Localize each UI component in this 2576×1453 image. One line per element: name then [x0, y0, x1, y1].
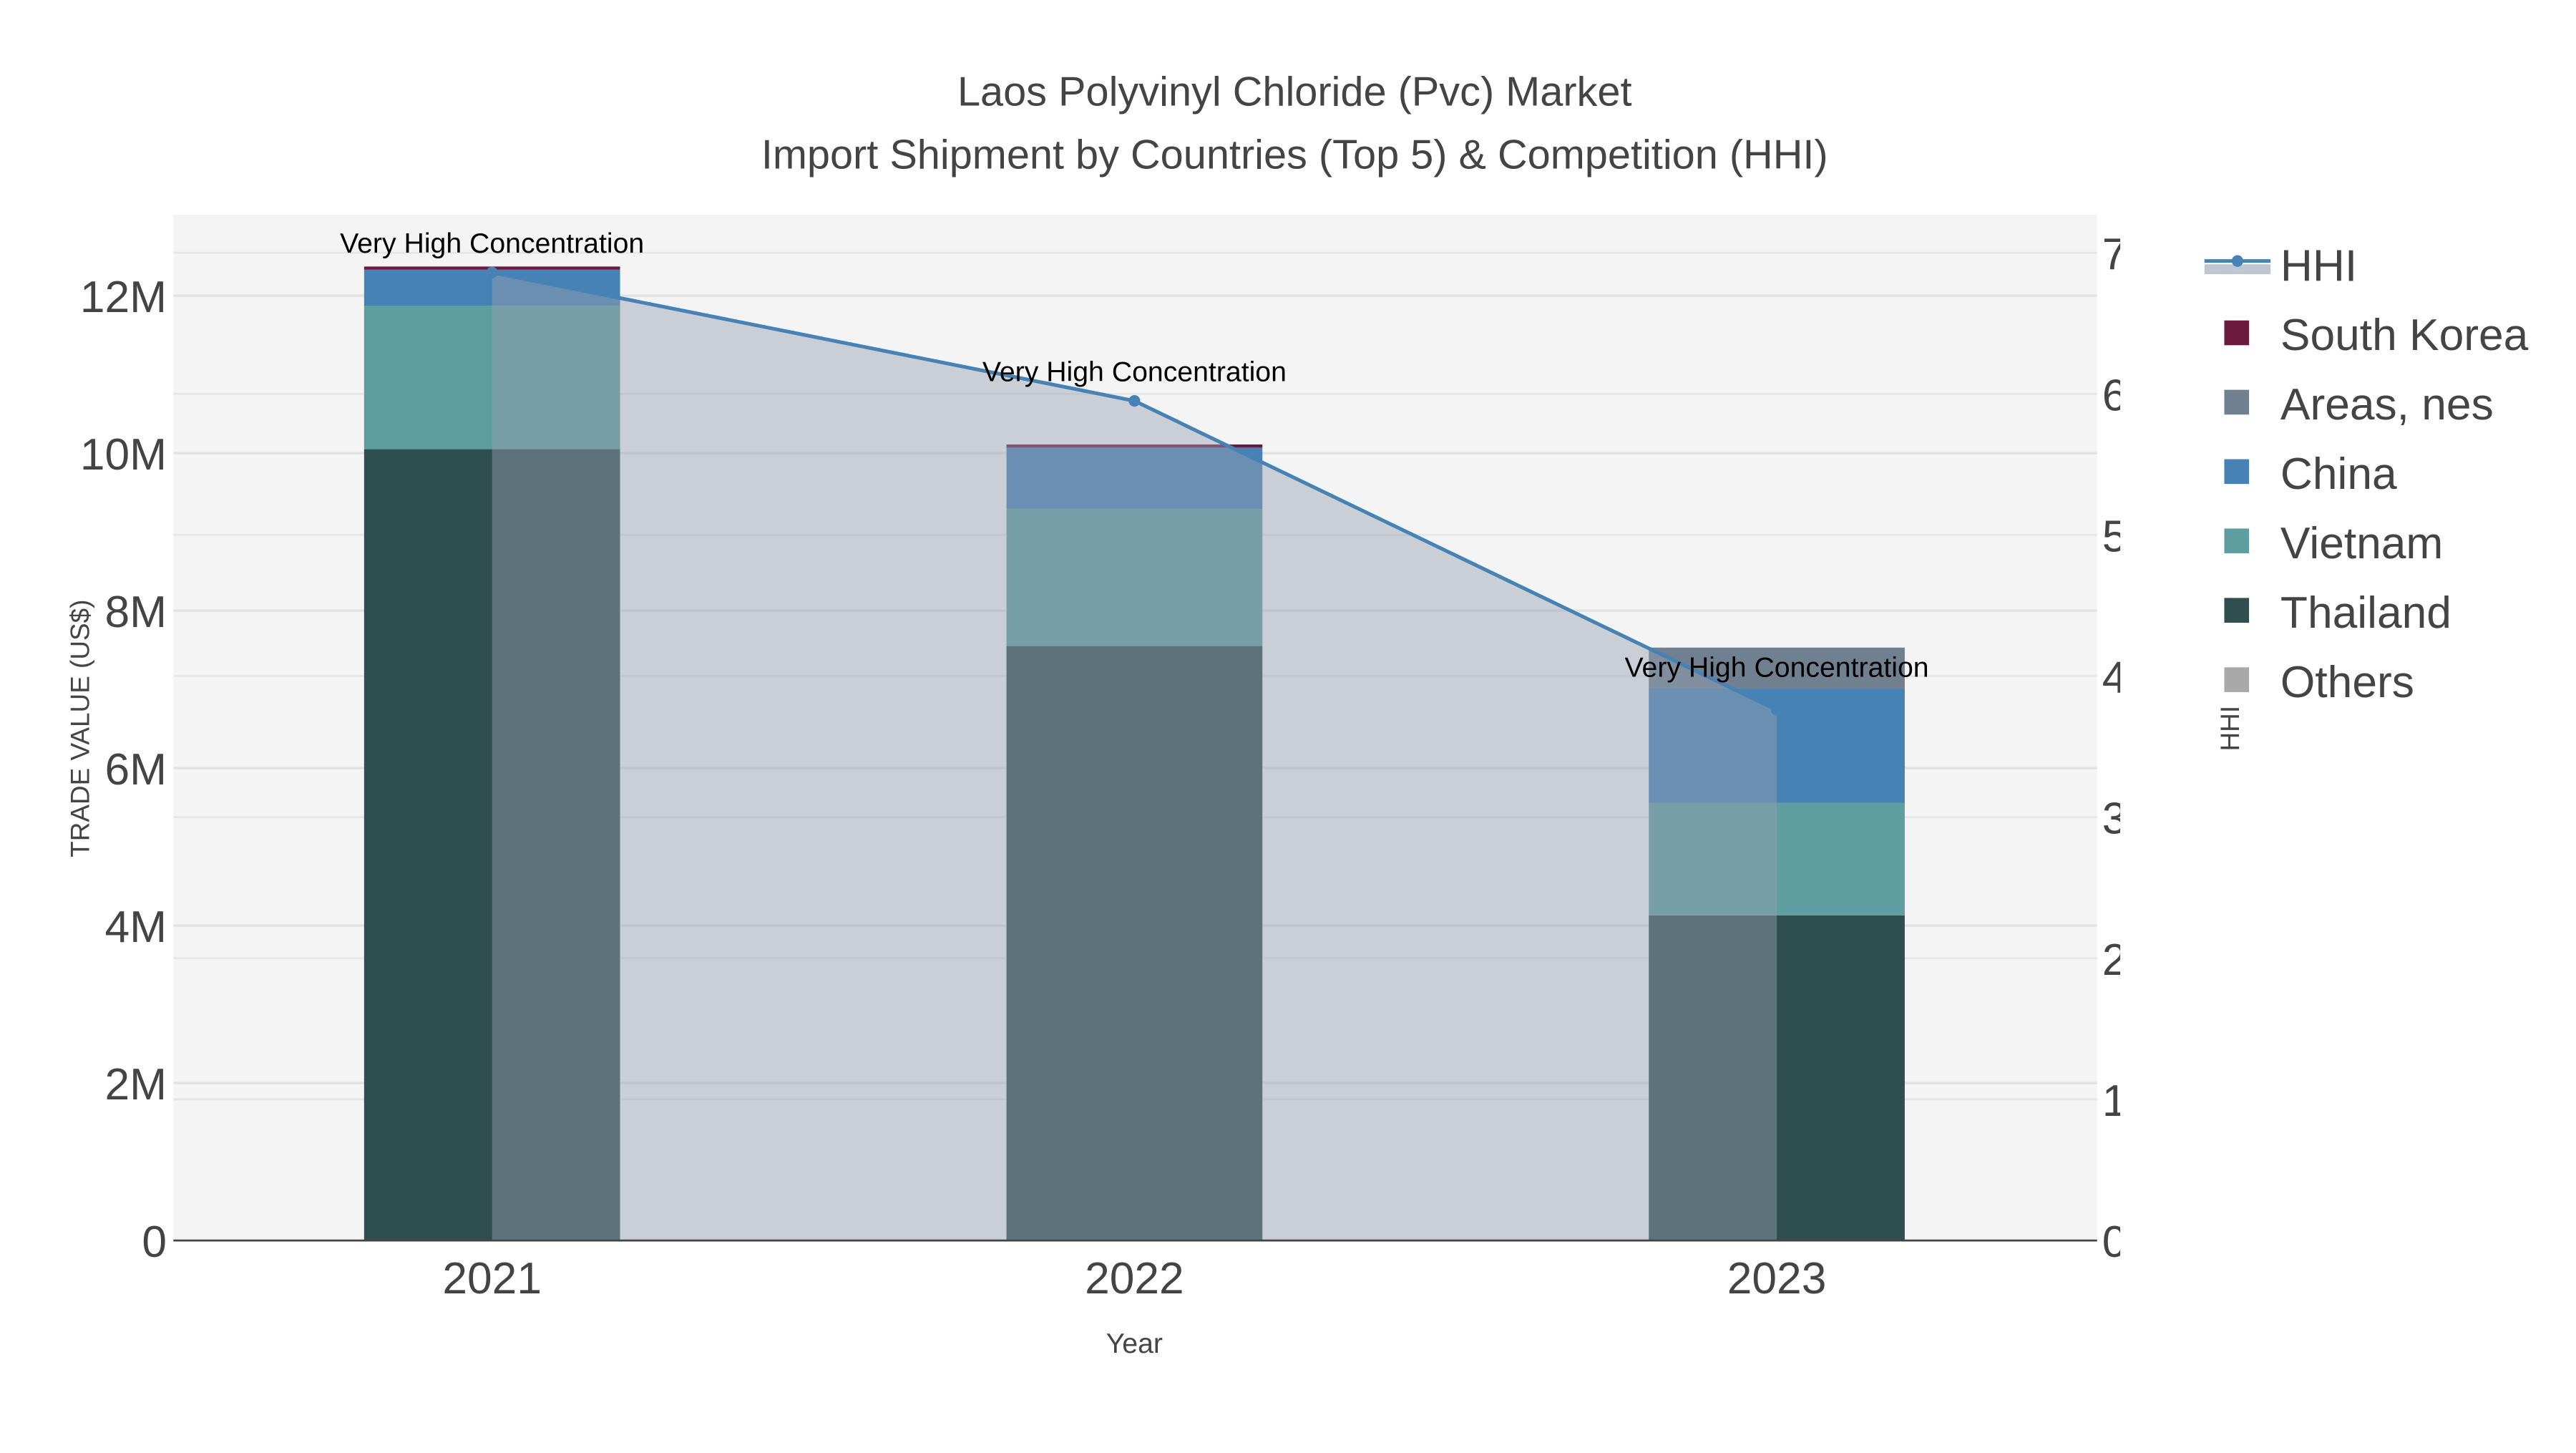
x-tick-label: 2022 [1085, 1254, 1184, 1303]
y2-axis-label: HHI [2215, 706, 2245, 752]
x-axis-label: Year [1106, 1328, 1163, 1359]
legend-swatch-icon [2224, 667, 2250, 692]
y-tick-label: 0 [142, 1218, 167, 1267]
y-axis-label: TRADE VALUE (US$) [66, 600, 95, 857]
hhi-point [1128, 395, 1141, 407]
hhi-annotation: Very High Concentration [340, 228, 644, 259]
legend-hhi-marker-icon [2231, 255, 2243, 267]
legend-swatch-icon [2224, 528, 2250, 554]
y-tick-label: 12M [80, 273, 167, 322]
legend-label: HHI [2280, 241, 2357, 291]
legend-label: Thailand [2280, 588, 2451, 638]
chart-container: 02M4M6M8M10M12M0100020003000400050006000… [0, 0, 2576, 1449]
y-tick-label: 8M [105, 588, 167, 637]
chart-title: Laos Polyvinyl Chloride (Pvc) Market [957, 69, 1632, 115]
hhi-point [1771, 704, 1783, 716]
legend-label: Areas, nes [2280, 380, 2494, 429]
legend-label: South Korea [2280, 311, 2529, 360]
legend-label: Others [2280, 658, 2414, 707]
y-tick-label: 2M [105, 1060, 167, 1109]
y-tick-label: 10M [80, 430, 167, 480]
x-tick-label: 2023 [1727, 1254, 1827, 1303]
y-tick-label: 6M [105, 745, 167, 794]
y-tick-label: 4M [105, 903, 167, 952]
chart-subtitle: Import Shipment by Countries (Top 5) & C… [761, 132, 1828, 178]
legend-swatch-icon [2224, 320, 2250, 346]
legend-label: China [2280, 449, 2397, 499]
chart: 02M4M6M8M10M12M0100020003000400050006000… [0, 0, 2576, 1449]
x-tick-label: 2021 [442, 1254, 542, 1303]
legend-background [2120, 0, 2576, 1449]
hhi-point [486, 266, 498, 278]
hhi-annotation: Very High Concentration [1625, 652, 1929, 684]
legend-swatch-icon [2224, 598, 2250, 623]
legend-swatch-icon [2224, 459, 2250, 485]
hhi-annotation: Very High Concentration [982, 356, 1287, 387]
legend-swatch-icon [2224, 389, 2250, 415]
legend-label: Vietnam [2280, 519, 2443, 568]
